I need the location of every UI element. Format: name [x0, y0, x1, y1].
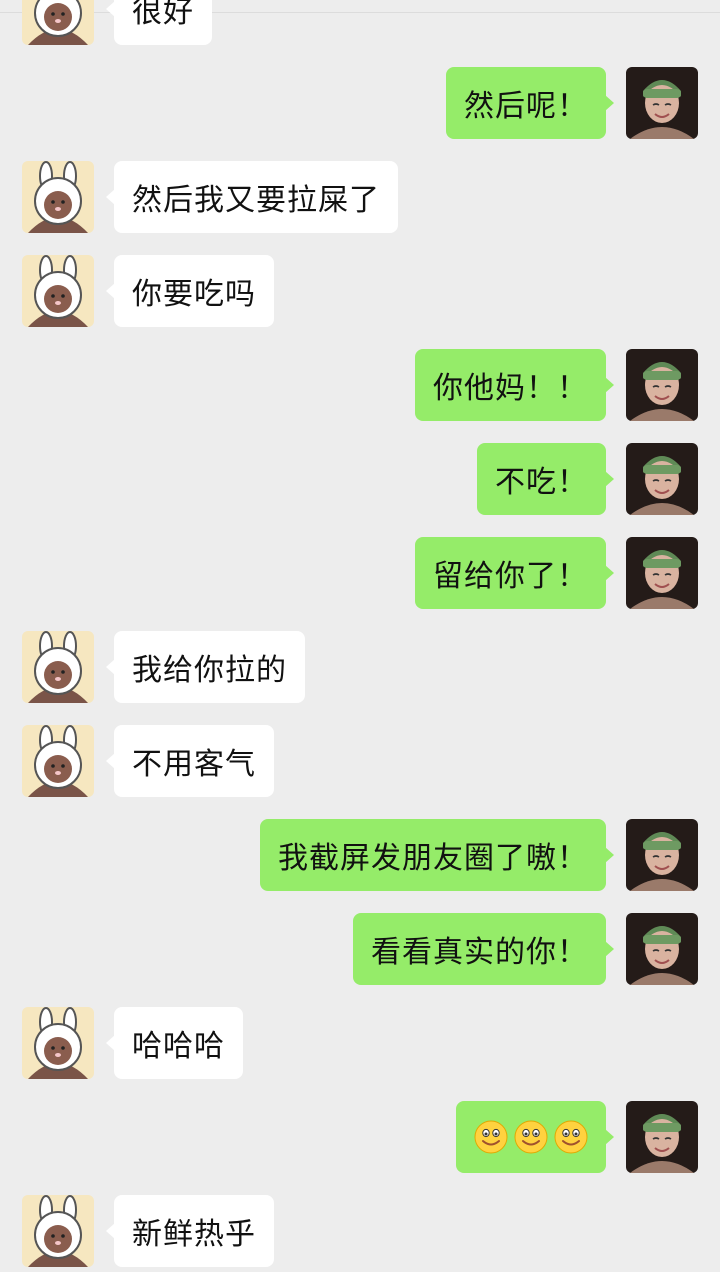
message-bubble-incoming[interactable]: 新鲜热乎: [106, 1195, 274, 1267]
person-avatar-icon: [626, 913, 698, 985]
message-row-outgoing: [0, 1101, 720, 1173]
bunny-avatar-icon: [22, 1195, 94, 1267]
smile-emoji-icon: [514, 1120, 548, 1154]
message-row-incoming: 新鲜热乎: [0, 1195, 720, 1267]
bunny-avatar-icon: [22, 1007, 94, 1079]
person-avatar-icon: [626, 537, 698, 609]
message-bubble-incoming[interactable]: 很好: [106, 0, 212, 45]
message-row-incoming: 我给你拉的: [0, 631, 720, 703]
my-avatar[interactable]: [626, 1101, 698, 1173]
my-avatar[interactable]: [626, 443, 698, 515]
message-bubble-outgoing[interactable]: 留给你了！: [415, 537, 614, 609]
message-bubble-incoming[interactable]: 不用客气: [106, 725, 274, 797]
person-avatar-icon: [626, 67, 698, 139]
message-row-incoming: 不用客气: [0, 725, 720, 797]
message-bubble-incoming[interactable]: 我给你拉的: [106, 631, 305, 703]
message-row-incoming: 你要吃吗: [0, 255, 720, 327]
message-row-outgoing: 我截屏发朋友圈了嗷！: [0, 819, 720, 891]
bunny-avatar-icon: [22, 0, 94, 45]
message-bubble-outgoing[interactable]: 我截屏发朋友圈了嗷！: [260, 819, 614, 891]
person-avatar-icon: [626, 349, 698, 421]
contact-avatar[interactable]: [22, 0, 94, 45]
message-row-incoming: 很好: [0, 0, 720, 45]
message-bubble-outgoing[interactable]: 不吃！: [477, 443, 614, 515]
message-row-outgoing: 然后呢！: [0, 67, 720, 139]
bunny-avatar-icon: [22, 255, 94, 327]
person-avatar-icon: [626, 1101, 698, 1173]
message-row-outgoing: 不吃！: [0, 443, 720, 515]
smile-emoji-icon: [554, 1120, 588, 1154]
bunny-avatar-icon: [22, 725, 94, 797]
message-bubble-incoming[interactable]: 哈哈哈: [106, 1007, 243, 1079]
my-avatar[interactable]: [626, 819, 698, 891]
person-avatar-icon: [626, 443, 698, 515]
my-avatar[interactable]: [626, 913, 698, 985]
message-row-outgoing: 留给你了！: [0, 537, 720, 609]
smile-emoji-icon: [474, 1120, 508, 1154]
message-row-incoming: 哈哈哈: [0, 1007, 720, 1079]
message-bubble-outgoing[interactable]: 看看真实的你！: [353, 913, 614, 985]
contact-avatar[interactable]: [22, 1195, 94, 1267]
message-row-outgoing: 你他妈！！: [0, 349, 720, 421]
message-row-incoming: 然后我又要拉屎了: [0, 161, 720, 233]
message-bubble-incoming[interactable]: 然后我又要拉屎了: [106, 161, 398, 233]
message-bubble-outgoing[interactable]: 然后呢！: [446, 67, 614, 139]
my-avatar[interactable]: [626, 67, 698, 139]
my-avatar[interactable]: [626, 349, 698, 421]
contact-avatar[interactable]: [22, 631, 94, 703]
contact-avatar[interactable]: [22, 725, 94, 797]
message-bubble-incoming[interactable]: 你要吃吗: [106, 255, 274, 327]
message-row-outgoing: 看看真实的你！: [0, 913, 720, 985]
contact-avatar[interactable]: [22, 161, 94, 233]
bunny-avatar-icon: [22, 161, 94, 233]
person-avatar-icon: [626, 819, 698, 891]
message-bubble-outgoing-emoji[interactable]: [456, 1101, 614, 1173]
chat-message-list[interactable]: 很好 然后呢！ 然后我又要拉屎了 你要吃吗 你他妈！！ 不吃！ 留给你了！ 我给…: [0, 0, 720, 1272]
message-bubble-outgoing[interactable]: 你他妈！！: [415, 349, 614, 421]
contact-avatar[interactable]: [22, 255, 94, 327]
my-avatar[interactable]: [626, 537, 698, 609]
bunny-avatar-icon: [22, 631, 94, 703]
contact-avatar[interactable]: [22, 1007, 94, 1079]
